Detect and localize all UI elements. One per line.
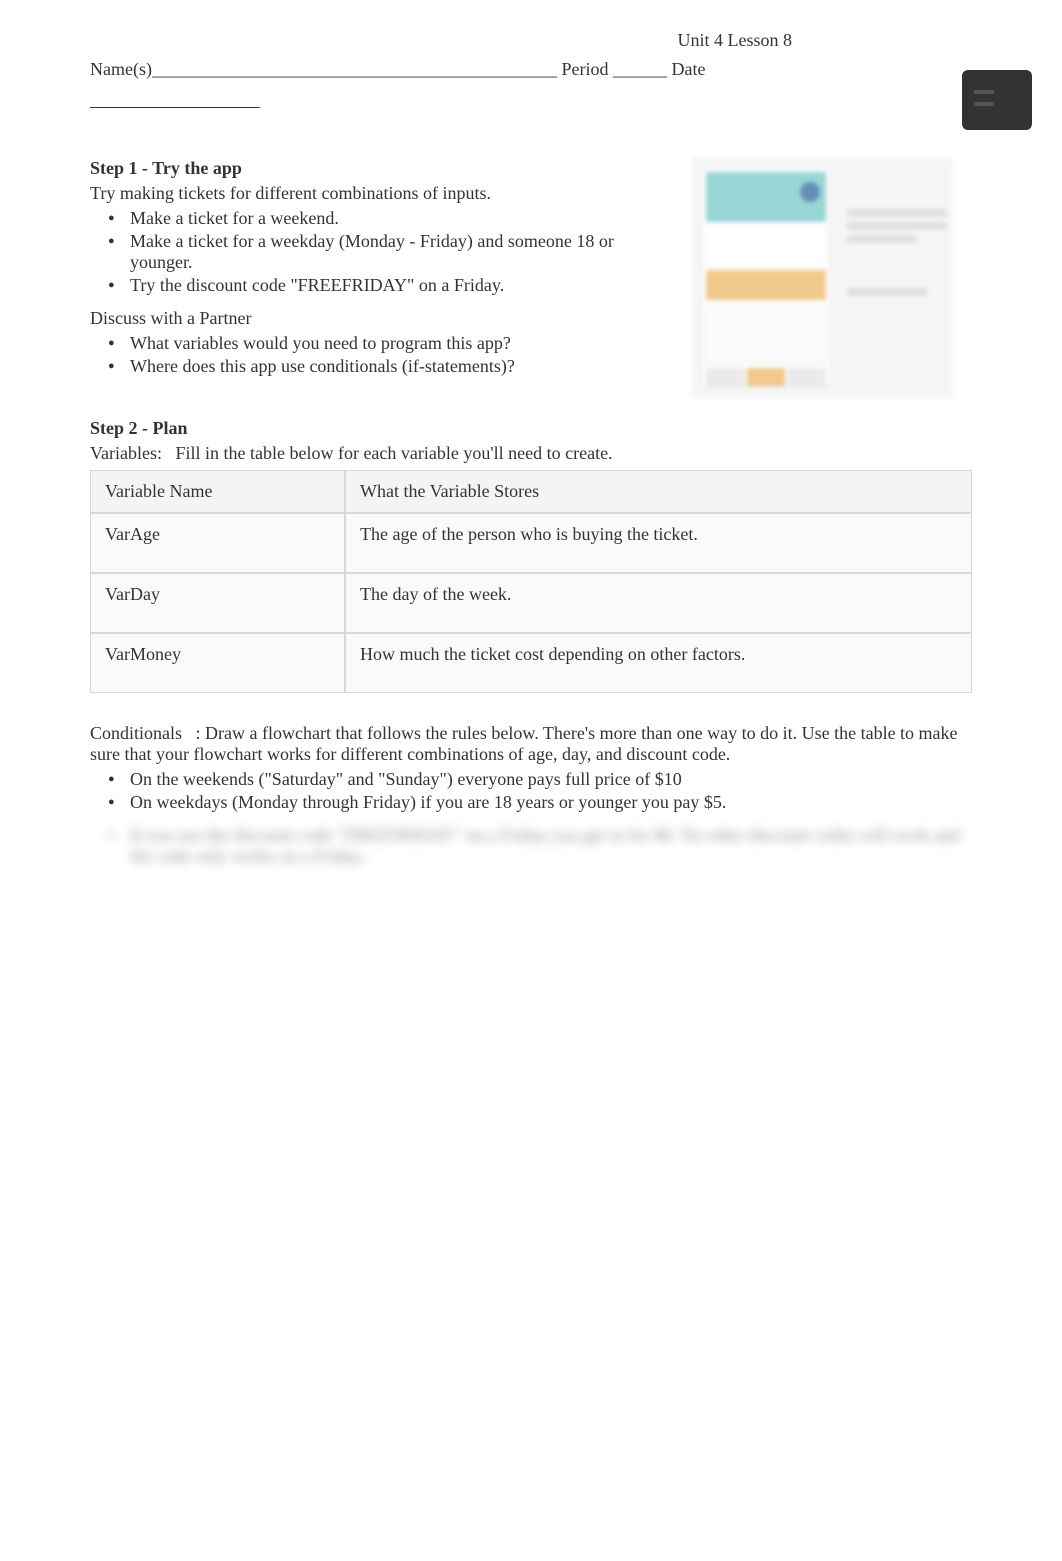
var-name-cell: VarAge (90, 513, 345, 573)
table-head-name: Variable Name (90, 470, 345, 513)
discuss-title: Discuss with a Partner (90, 308, 662, 329)
variables-line: Variables: Fill in the table below for e… (90, 443, 972, 464)
discuss-bullets: What variables would you need to program… (90, 333, 662, 377)
unit-header: Unit 4 Lesson 8 (90, 30, 792, 51)
name-label: Name(s)_________________________________… (90, 59, 557, 79)
period-label: Period ______ (557, 59, 667, 79)
variables-instr: Fill in the table below for each variabl… (175, 443, 612, 463)
var-name-cell: VarDay (90, 573, 345, 633)
var-desc-cell: How much the ticket cost depending on ot… (345, 633, 972, 693)
conditionals-paragraph: Conditionals : Draw a flowchart that fol… (90, 723, 972, 765)
date-label: Date (667, 59, 705, 79)
var-desc-cell: The age of the person who is buying the … (345, 513, 972, 573)
table-row: VarDay The day of the week. (90, 573, 972, 633)
list-item: Where does this app use conditionals (if… (126, 356, 662, 377)
list-item: Make a ticket for a weekend. (126, 208, 662, 229)
variables-label: Variables: (90, 443, 162, 463)
date-underline (90, 88, 260, 108)
step1-intro: Try making tickets for different combina… (90, 183, 662, 204)
var-desc-cell: The day of the week. (345, 573, 972, 633)
step1-bullets: Make a ticket for a weekend. Make a tick… (90, 208, 662, 296)
list-item: What variables would you need to program… (126, 333, 662, 354)
step2-title: Step 2 - Plan (90, 418, 188, 438)
logo-icon (962, 70, 1032, 130)
list-item: Make a ticket for a weekday (Monday - Fr… (126, 231, 662, 273)
blurred-content: If you use the discount code "FREEFRIDAY… (90, 825, 972, 867)
list-item: On the weekends ("Saturday" and "Sunday"… (126, 769, 972, 790)
list-item: If you use the discount code "FREEFRIDAY… (126, 825, 972, 867)
step1-title: Step 1 - Try the app (90, 158, 662, 179)
conditionals-instr: : Draw a flowchart that follows the rule… (90, 723, 958, 764)
app-screenshot-preview (692, 158, 952, 398)
var-name-cell: VarMoney (90, 633, 345, 693)
list-item: Try the discount code "FREEFRIDAY" on a … (126, 275, 662, 296)
list-item: On weekdays (Monday through Friday) if y… (126, 792, 972, 813)
table-head-desc: What the Variable Stores (345, 470, 972, 513)
conditionals-label: Conditionals (90, 723, 182, 743)
table-row: VarAge The age of the person who is buyi… (90, 513, 972, 573)
name-period-date-line: Name(s)_________________________________… (90, 59, 972, 80)
table-row: VarMoney How much the ticket cost depend… (90, 633, 972, 693)
conditionals-bullets: On the weekends ("Saturday" and "Sunday"… (90, 769, 972, 813)
variables-table: Variable Name What the Variable Stores V… (90, 470, 972, 693)
